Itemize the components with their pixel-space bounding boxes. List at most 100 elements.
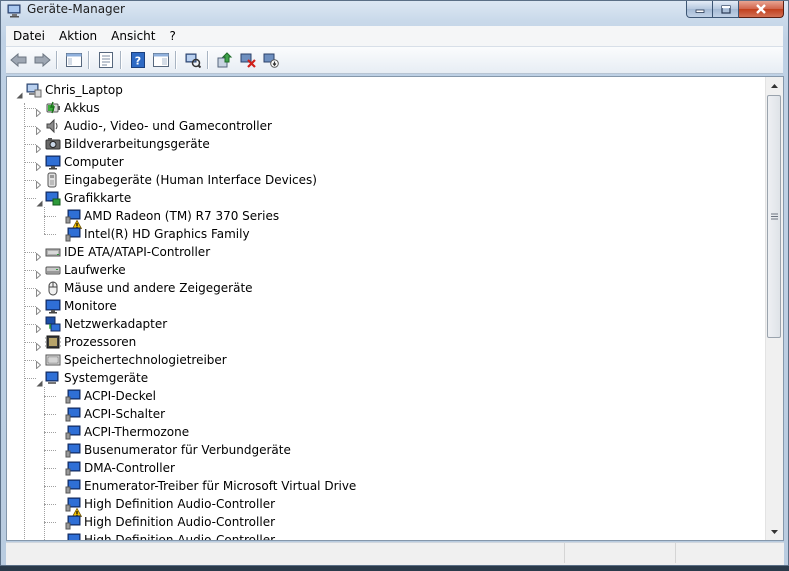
ide-icon [45,244,61,260]
back-button[interactable] [8,50,29,70]
properties-button[interactable] [95,50,116,70]
tree-item-label: Busenumerator für Verbundgeräte [84,443,291,457]
menu-item-aktion[interactable]: Aktion [52,26,104,46]
expand-arrow-icon[interactable] [36,248,43,262]
tree-connector [24,324,36,325]
tree-item-label: High Definition Audio-Controller [84,515,276,529]
display-adapter-icon [45,190,61,206]
toolbar: ? [6,47,783,74]
expand-arrow-icon[interactable] [36,284,43,298]
tree-category-netzwerkadapter[interactable]: Netzwerkadapter [7,315,767,334]
expand-arrow-icon[interactable] [36,158,43,172]
tree-category-computer[interactable]: Computer [7,153,767,172]
forward-button[interactable] [31,50,52,70]
tree-category-ide-ata-atapi-controller[interactable]: IDE ATA/ATAPI-Controller [7,243,767,262]
camera-icon [45,136,61,152]
tree-item-label: Enumerator-Treiber für Microsoft Virtual… [84,479,357,493]
expand-arrow-icon[interactable] [36,140,43,154]
device-icon [65,388,81,404]
speaker-icon [45,118,61,134]
tree-category-maeuse-und-andere-zeigegeraete[interactable]: Mäuse und andere Zeigegeräte [7,279,767,298]
tree-category-speichertechnologietreiber[interactable]: Speichertechnologietreiber [7,351,767,370]
tree-device-high-definition-audio-controller[interactable]: High Definition Audio-Controller [7,513,767,531]
title-bar[interactable]: Geräte-Manager [1,1,788,23]
action-pane-button[interactable] [150,50,171,70]
scroll-thumb[interactable] [767,95,781,338]
tree-device-acpi-schalter[interactable]: ACPI-Schalter [7,405,767,423]
hid-icon [45,172,61,188]
tree-device-amd-radeon-tm-r7-370-series[interactable]: AMD Radeon (TM) R7 370 Series [7,207,767,229]
tree-device-enumerator-treiber-fuer-microsoft-virtual-drive[interactable]: Enumerator-Treiber für Microsoft Virtual… [7,477,767,495]
expand-arrow-icon[interactable] [36,104,43,118]
tree-category-eingabegeraete-human-interface-devices[interactable]: Eingabegeräte (Human Interface Devices) [7,171,767,190]
device-icon [65,424,81,440]
close-button[interactable] [739,1,784,18]
maximize-button[interactable] [713,1,739,18]
tree-category-prozessoren[interactable]: Prozessoren [7,333,767,352]
minimize-button[interactable] [686,1,713,18]
device-manager-icon [7,4,21,18]
tree-category-systemgeraete[interactable]: Systemgeräte [7,369,767,387]
tree-device-acpi-deckel[interactable]: ACPI-Deckel [7,387,767,405]
tree-connector [44,396,56,397]
scroll-down-icon [771,529,778,534]
tree-root-computer[interactable]: Chris_Laptop [7,81,767,99]
tree-item-label: Bildverarbeitungsgeräte [64,137,210,151]
tree-item-label: Laufwerke [64,263,126,277]
tree-category-akkus[interactable]: Akkus [7,99,767,118]
grip-icon [770,213,778,220]
scroll-down-button[interactable] [766,523,783,540]
disable-button[interactable] [260,50,281,70]
tree-item-label: DMA-Controller [84,461,175,475]
tree-device-high-definition-audio-controller[interactable]: High Definition Audio-Controller [7,531,767,540]
toolbar-separator [120,51,121,69]
expand-arrow-icon[interactable] [36,122,43,136]
scan-hardware-button[interactable] [182,50,203,70]
tree-item-label: IDE ATA/ATAPI-Controller [64,245,211,259]
expand-arrow-icon[interactable] [36,266,43,280]
window-title: Geräte-Manager [27,2,125,16]
device-icon [65,226,81,242]
vertical-scrollbar[interactable] [765,77,783,540]
monitor-icon [45,154,61,170]
show-hide-console-tree-button[interactable] [63,50,84,70]
scan-hardware-icon [185,53,201,68]
menu-item-help[interactable]: ? [162,26,182,46]
tree-item-label: Eingabegeräte (Human Interface Devices) [64,173,317,187]
system-device-icon [45,370,61,386]
expand-arrow-icon[interactable] [36,320,43,334]
tree-category-audio-video-und-gamecontroller[interactable]: Audio-, Video- und Gamecontroller [7,117,767,136]
collapse-arrow-icon[interactable] [16,86,23,99]
tree-item-label: Monitore [64,299,117,313]
device-icon [65,478,81,494]
expand-arrow-icon[interactable] [36,356,43,370]
collapse-arrow-icon[interactable] [36,194,43,207]
tree-device-busenumerator-fuer-verbundgeraete[interactable]: Busenumerator für Verbundgeräte [7,441,767,459]
device-icon [65,442,81,458]
help-button[interactable]: ? [127,50,148,70]
tree-connector [24,108,36,109]
menu-item-ansicht[interactable]: Ansicht [104,26,162,46]
tree-device-acpi-thermozone[interactable]: ACPI-Thermozone [7,423,767,441]
tree-device-high-definition-audio-controller[interactable]: High Definition Audio-Controller [7,495,767,517]
network-icon [45,316,61,332]
uninstall-button[interactable] [237,50,258,70]
tree-category-bildverarbeitungsgeraete[interactable]: Bildverarbeitungsgeräte [7,135,767,154]
storage-icon [45,352,61,368]
expand-arrow-icon[interactable] [36,176,43,190]
tree-category-grafikkarte[interactable]: Grafikkarte [7,189,767,207]
update-driver-button[interactable] [214,50,235,70]
collapse-arrow-icon[interactable] [36,374,43,387]
tree-category-laufwerke[interactable]: Laufwerke [7,261,767,280]
expand-arrow-icon[interactable] [36,338,43,352]
scroll-up-button[interactable] [766,77,783,94]
back-icon [9,53,26,67]
tree-device-dma-controller[interactable]: DMA-Controller [7,459,767,477]
tree-device-intel-r-hd-graphics-family[interactable]: Intel(R) HD Graphics Family [7,225,767,243]
tree-connector [44,522,56,523]
expand-arrow-icon[interactable] [36,302,43,316]
status-bar [6,542,784,565]
computer-root-icon [26,82,42,98]
menu-item-datei[interactable]: Datei [6,26,52,46]
tree-category-monitore[interactable]: Monitore [7,297,767,316]
